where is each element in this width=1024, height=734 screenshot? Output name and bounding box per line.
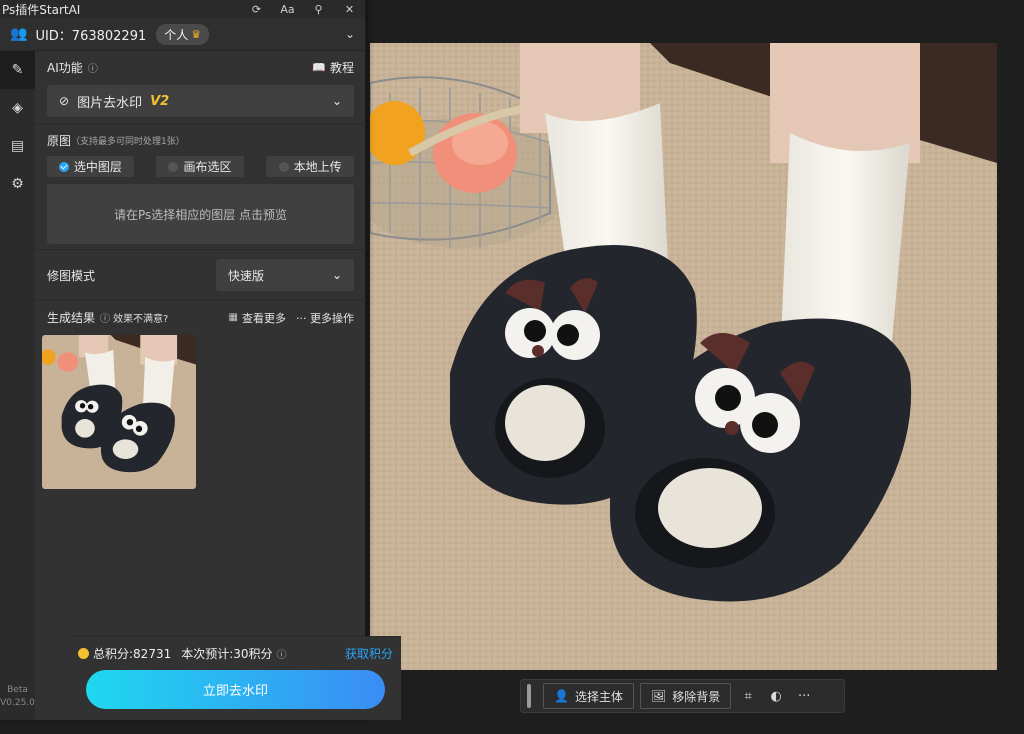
source-hint: （支持最多可同时处理1张）: [71, 137, 185, 147]
crown-icon: ♛: [191, 27, 202, 41]
points-info: 总积分:82731 本次预计:30积分 ⓘ: [78, 645, 287, 662]
option-selected-layer[interactable]: 选中图层: [47, 156, 134, 177]
remove-background-button[interactable]: 🖼 移除背景: [639, 683, 732, 709]
tier-badge[interactable]: 个人 ♛: [156, 23, 210, 45]
feedback-link[interactable]: 效果不满意?: [113, 310, 168, 325]
preview-area[interactable]: 请在Ps选择相应的图层 点击预览: [47, 184, 354, 244]
users-icon: 👥: [10, 26, 28, 42]
option-local-upload[interactable]: 本地上传: [266, 156, 354, 177]
side-nav: ✎ ◈ ▤ ⚙ Beta V0.25.0: [0, 51, 35, 720]
total-points: 总积分:82731: [93, 647, 172, 661]
font-size-icon[interactable]: Aa: [272, 3, 303, 16]
beta-label: Beta: [7, 685, 28, 695]
get-points-link[interactable]: 获取积分: [345, 645, 393, 662]
title-bar: Ps插件StartAI ⟳ Aa ⚲ ✕: [0, 0, 365, 18]
panel-footer: 总积分:82731 本次预计:30积分 ⓘ 获取积分 立即去水印: [70, 636, 401, 720]
image-icon: 🖼: [650, 689, 667, 703]
info-icon[interactable]: ⓘ: [277, 646, 287, 661]
chevron-down-icon: ⌄: [331, 268, 342, 282]
version-number: V0.25.0: [0, 698, 35, 708]
mode-label: 修图模式: [47, 268, 96, 283]
user-bar: 👥 UID：763802291 个人 ♛ ⌄: [0, 18, 365, 51]
drag-handle[interactable]: [527, 684, 531, 708]
canvas-toolbar: 👤 选择主体 🖼 移除背景 ⌗ ◐ ···: [520, 679, 845, 713]
source-section: 原图 （支持最多可同时处理1张） 选中图层 画布选区 本地上传 请在Ps选择相应…: [35, 125, 366, 250]
crop-icon[interactable]: ⌗: [737, 685, 759, 707]
user-id: UID：763802291: [35, 28, 147, 44]
option-label: 选中图层: [73, 160, 122, 174]
more-icon[interactable]: ···: [793, 685, 815, 707]
option-canvas-selection[interactable]: 画布选区: [155, 156, 245, 177]
version-tag: V2: [150, 93, 170, 109]
mode-dropdown[interactable]: 快速版 ⌄: [216, 259, 354, 291]
contrast-icon[interactable]: ◐: [765, 685, 787, 707]
mode-section: 修图模式 快速版 ⌄: [35, 250, 366, 301]
refresh-icon[interactable]: ⟳: [241, 3, 272, 16]
panel-content: AI功能 ⓘ 📖 教程 ⊘ 图片去水印 V2 ⌄ 原图 （支持最多可同时处理1张…: [35, 51, 401, 720]
radio-icon: [168, 161, 179, 172]
chevron-down-icon[interactable]: ⌄: [345, 27, 355, 41]
tutorial-label: 教程: [329, 60, 354, 75]
info-icon[interactable]: ⓘ: [100, 310, 110, 325]
slippers-photo: [370, 43, 997, 670]
result-image: [42, 335, 196, 489]
nav-edit-icon[interactable]: ✎: [0, 51, 35, 89]
view-more-link[interactable]: ▦ 查看更多: [229, 310, 286, 326]
source-label: 原图: [47, 134, 72, 148]
results-section: 生成结果 ⓘ 效果不满意? ▦ 查看更多 ··· 更多操作: [35, 301, 366, 489]
close-icon[interactable]: ✕: [334, 3, 365, 16]
estimate-points: 本次预计:30积分: [181, 647, 273, 661]
results-label: 生成结果: [47, 311, 96, 325]
remove-watermark-button[interactable]: 立即去水印: [86, 670, 385, 709]
coin-icon: [78, 648, 89, 659]
watermark-icon: ⊘: [59, 94, 70, 108]
ai-function-value: 图片去水印: [77, 95, 143, 111]
panel-title: Ps插件StartAI: [2, 2, 81, 17]
more-actions-link[interactable]: ··· 更多操作: [296, 310, 354, 326]
ai-function-label: AI功能: [47, 60, 83, 75]
remove-background-label: 移除背景: [672, 689, 721, 704]
view-more-label: 查看更多: [242, 311, 286, 325]
tier-label: 个人: [164, 27, 189, 42]
radio-icon: [278, 161, 289, 172]
tutorial-link[interactable]: 📖 教程: [312, 59, 354, 76]
preview-placeholder: 请在Ps选择相应的图层 点击预览: [113, 207, 288, 222]
radio-checked-icon: [58, 161, 69, 172]
person-icon: 👤: [554, 689, 569, 703]
ai-function-section: AI功能 ⓘ 📖 教程 ⊘ 图片去水印 V2 ⌄: [35, 51, 366, 125]
option-label: 画布选区: [183, 160, 232, 174]
chevron-down-icon: ⌄: [331, 94, 342, 108]
gallery-icon: ▦: [228, 312, 238, 323]
book-icon: 📖: [312, 60, 326, 74]
nav-save-icon[interactable]: ▤: [0, 127, 35, 165]
mode-value: 快速版: [228, 268, 265, 283]
select-subject-button[interactable]: 👤 选择主体: [543, 683, 634, 709]
ai-function-dropdown[interactable]: ⊘ 图片去水印 V2 ⌄: [47, 85, 354, 117]
info-icon[interactable]: ⓘ: [88, 60, 98, 75]
result-thumbnail[interactable]: [42, 335, 196, 489]
option-label: 本地上传: [293, 160, 342, 174]
pin-icon[interactable]: ⚲: [303, 3, 334, 16]
nav-layers-icon[interactable]: ◈: [0, 89, 35, 127]
version-info: Beta V0.25.0: [0, 684, 35, 710]
select-subject-label: 选择主体: [574, 689, 623, 704]
canvas-image[interactable]: [370, 43, 997, 670]
nav-settings-icon[interactable]: ⚙: [0, 165, 35, 203]
plugin-panel: Ps插件StartAI ⟳ Aa ⚲ ✕ 👥 UID：763802291 个人 …: [0, 0, 401, 720]
